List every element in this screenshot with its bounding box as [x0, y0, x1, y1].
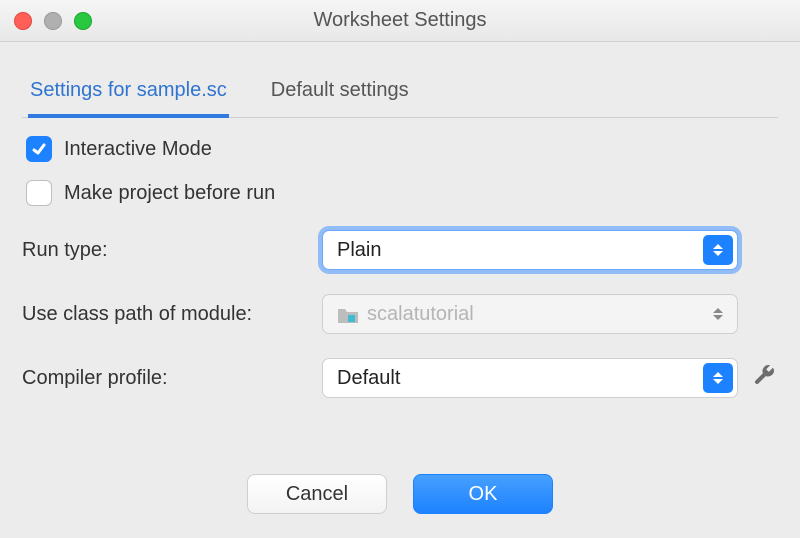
chevron-down-icon — [713, 379, 723, 384]
classpath-select[interactable]: scalatutorial — [322, 294, 738, 334]
chevron-up-icon — [713, 372, 723, 377]
zoom-window-button[interactable] — [74, 12, 92, 30]
chevron-up-icon — [713, 244, 723, 249]
run-type-label: Run type: — [22, 239, 322, 262]
form-grid: Run type: Plain Use class path of module… — [22, 230, 778, 398]
classpath-value: scalatutorial — [367, 303, 474, 326]
cancel-button[interactable]: Cancel — [247, 474, 387, 514]
run-type-value: Plain — [337, 239, 381, 262]
compiler-profile-select[interactable]: Default — [322, 358, 738, 398]
dialog-footer: Cancel OK — [0, 474, 800, 514]
compiler-profile-value: Default — [337, 367, 400, 390]
chevron-down-icon — [713, 315, 723, 320]
interactive-mode-label: Interactive Mode — [64, 138, 212, 161]
compiler-profile-stepper[interactable] — [703, 363, 733, 393]
classpath-stepper[interactable] — [703, 299, 733, 329]
make-before-run-checkbox[interactable] — [26, 180, 52, 206]
make-before-run-label: Make project before run — [64, 182, 275, 205]
run-type-select[interactable]: Plain — [322, 230, 738, 270]
minimize-window-button[interactable] — [44, 12, 62, 30]
close-window-button[interactable] — [14, 12, 32, 30]
dialog-content: Settings for sample.sc Default settings … — [0, 42, 800, 398]
interactive-mode-row: Interactive Mode — [26, 136, 774, 162]
window-controls — [14, 12, 92, 30]
ok-button[interactable]: OK — [413, 474, 553, 514]
tab-default-settings[interactable]: Default settings — [269, 73, 411, 118]
classpath-label: Use class path of module: — [22, 303, 322, 326]
tab-settings-for-file[interactable]: Settings for sample.sc — [28, 73, 229, 118]
wrench-icon[interactable] — [752, 363, 776, 393]
compiler-profile-label: Compiler profile: — [22, 367, 322, 390]
run-type-stepper[interactable] — [703, 235, 733, 265]
title-bar: Worksheet Settings — [0, 0, 800, 42]
module-folder-icon — [337, 306, 359, 324]
interactive-mode-checkbox[interactable] — [26, 136, 52, 162]
window-title: Worksheet Settings — [0, 9, 800, 32]
chevron-down-icon — [713, 251, 723, 256]
make-before-run-row: Make project before run — [26, 180, 774, 206]
chevron-up-icon — [713, 308, 723, 313]
tabs: Settings for sample.sc Default settings — [22, 66, 778, 118]
